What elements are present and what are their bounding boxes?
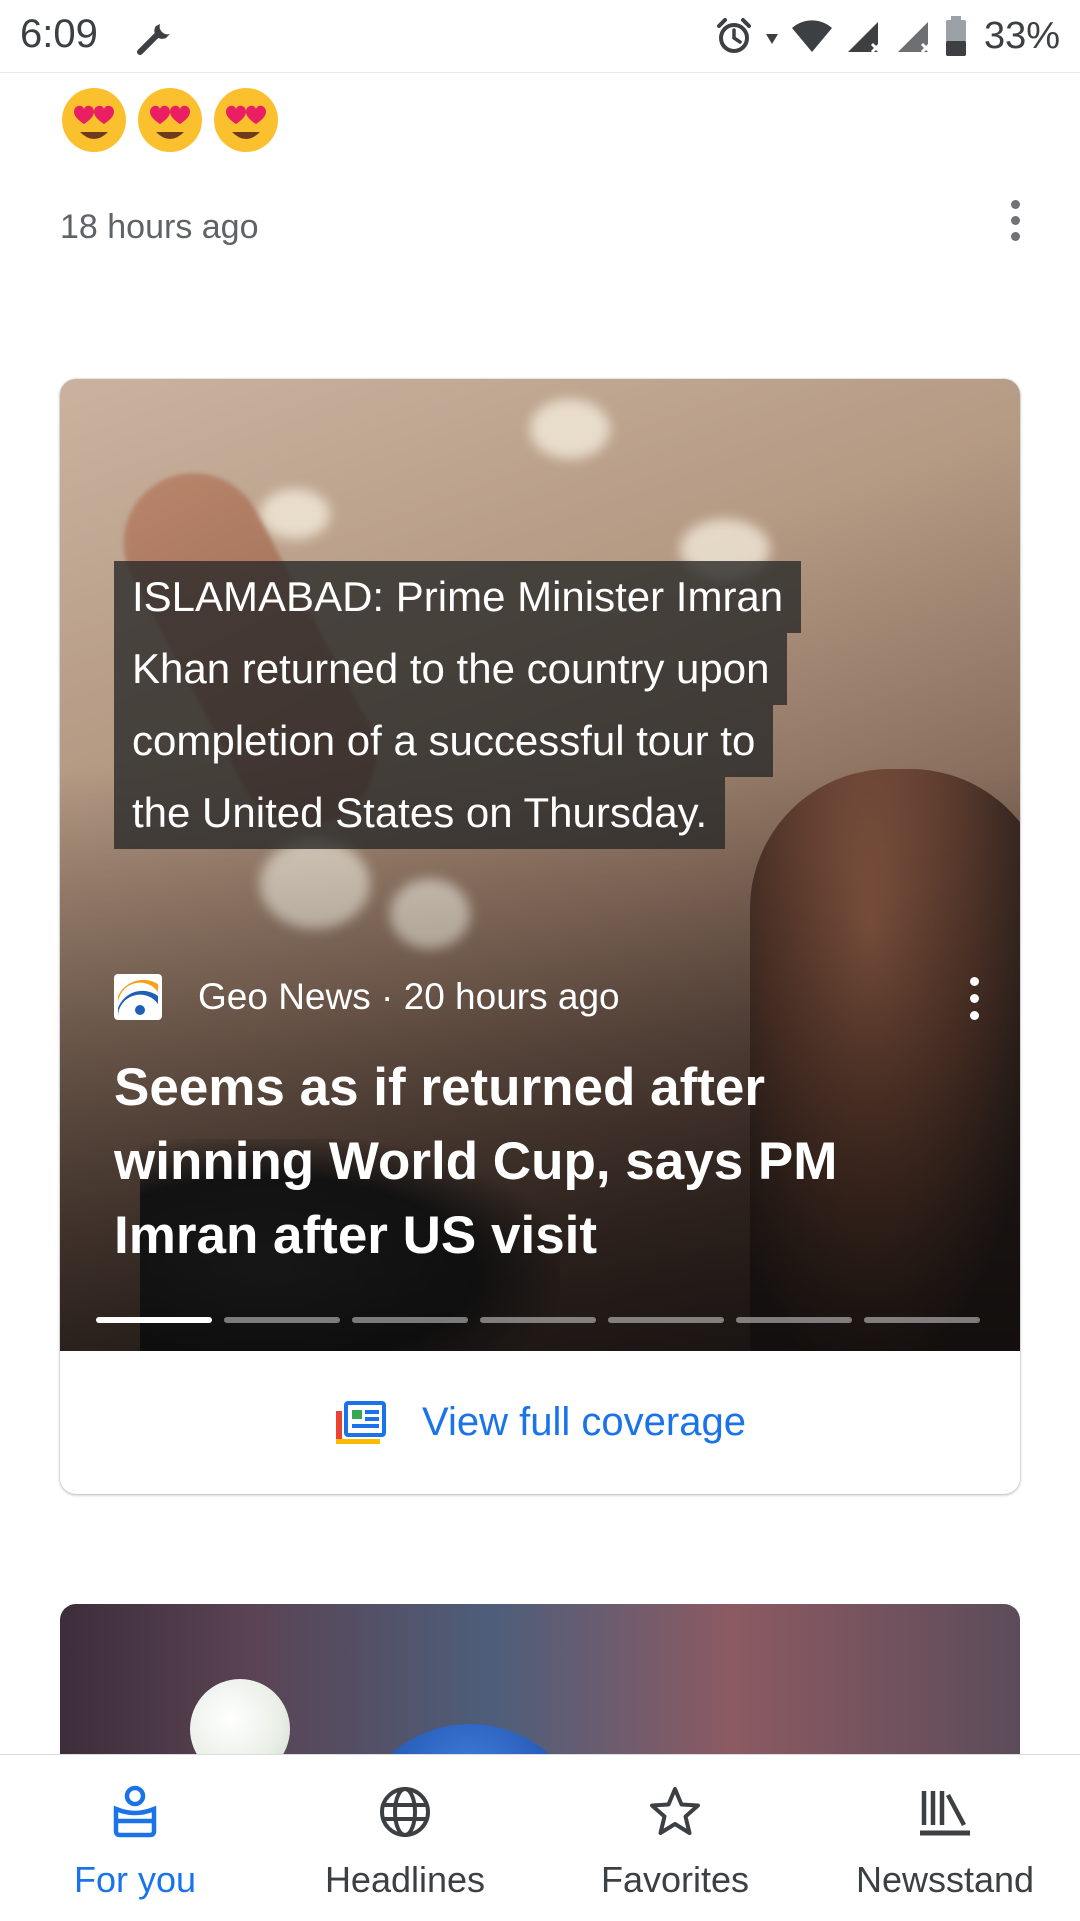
nav-label: Favorites <box>600 1859 750 1900</box>
bottom-navigation: For you Headlines Favorites Newsstand <box>0 1754 1080 1921</box>
pager-segment <box>480 1317 596 1323</box>
battery-icon <box>945 16 966 56</box>
data-arrow-icon <box>765 34 778 44</box>
geo-news-logo-icon <box>114 974 162 1020</box>
nav-headlines[interactable]: Headlines <box>270 1755 540 1921</box>
status-bar: 6:09 33% <box>0 0 1080 73</box>
quote-line: the United States on Thursday. <box>114 777 726 849</box>
pager-segment <box>736 1317 852 1323</box>
wifi-icon <box>791 20 832 52</box>
more-dot <box>1010 232 1020 241</box>
heart-eyes-emoji-icon <box>62 88 126 152</box>
quote-line: completion of a successful tour to <box>114 705 774 777</box>
signal-icon <box>897 22 931 54</box>
nav-label: Newsstand <box>855 1859 1035 1900</box>
quote-line-row: Khan returned to the country upon <box>114 633 934 705</box>
previous-item-more-button[interactable] <box>1000 200 1030 250</box>
battery-percentage: 33% <box>983 14 1060 57</box>
star-icon <box>650 1787 700 1835</box>
status-icons: 33% <box>714 12 1060 60</box>
quote-line: Khan returned to the country upon <box>114 633 788 705</box>
pager-segment <box>96 1317 212 1323</box>
nav-for-you[interactable]: For you <box>0 1755 270 1921</box>
view-full-coverage-button[interactable]: View full coverage <box>60 1351 1020 1494</box>
story-hero-image[interactable]: ISLAMABAD: Prime Minister Imran Khan ret… <box>60 379 1020 1351</box>
nav-label: For you <box>73 1859 197 1900</box>
story-pager <box>96 1317 980 1323</box>
pager-segment <box>608 1317 724 1323</box>
previous-item-timestamp: 18 hours ago <box>60 208 259 246</box>
story-more-button[interactable] <box>962 977 986 1027</box>
more-dot <box>969 1011 979 1020</box>
wrench-icon <box>137 24 170 55</box>
pager-segment <box>864 1317 980 1323</box>
nav-newsstand[interactable]: Newsstand <box>810 1755 1080 1921</box>
signal-icon <box>847 22 881 54</box>
for-you-icon <box>113 1785 157 1838</box>
story-source-label: Geo News · 20 hours ago <box>198 976 620 1017</box>
story-source-row: Geo News · 20 hours ago <box>114 972 974 1022</box>
more-dot <box>969 977 979 986</box>
view-full-coverage-label: View full coverage <box>422 1400 746 1444</box>
quote-line: ISLAMABAD: Prime Minister Imran <box>114 561 802 633</box>
alarm-icon <box>716 18 751 53</box>
story-card[interactable]: ISLAMABAD: Prime Minister Imran Khan ret… <box>60 379 1020 1494</box>
story-quote: ISLAMABAD: Prime Minister Imran Khan ret… <box>114 561 934 849</box>
full-coverage-icon <box>336 1400 387 1444</box>
quote-line-row: completion of a successful tour to <box>114 705 934 777</box>
globe-icon <box>380 1787 430 1837</box>
nav-favorites[interactable]: Favorites <box>540 1755 810 1921</box>
quote-line-row: ISLAMABAD: Prime Minister Imran <box>114 561 934 633</box>
emoji-row <box>60 86 280 154</box>
pager-segment <box>352 1317 468 1323</box>
story-headline[interactable]: Seems as if returned after winning World… <box>114 1051 964 1273</box>
more-dot <box>1010 216 1020 225</box>
heart-eyes-emoji-icon <box>138 88 202 152</box>
status-time: 6:09 <box>20 12 98 56</box>
nav-label: Headlines <box>324 1859 486 1900</box>
more-dot <box>1010 200 1020 209</box>
more-dot <box>969 994 979 1003</box>
newsstand-icon <box>920 1791 970 1836</box>
pager-segment <box>224 1317 340 1323</box>
heart-eyes-emoji-icon <box>214 88 278 152</box>
quote-line-row: the United States on Thursday. <box>114 777 934 849</box>
